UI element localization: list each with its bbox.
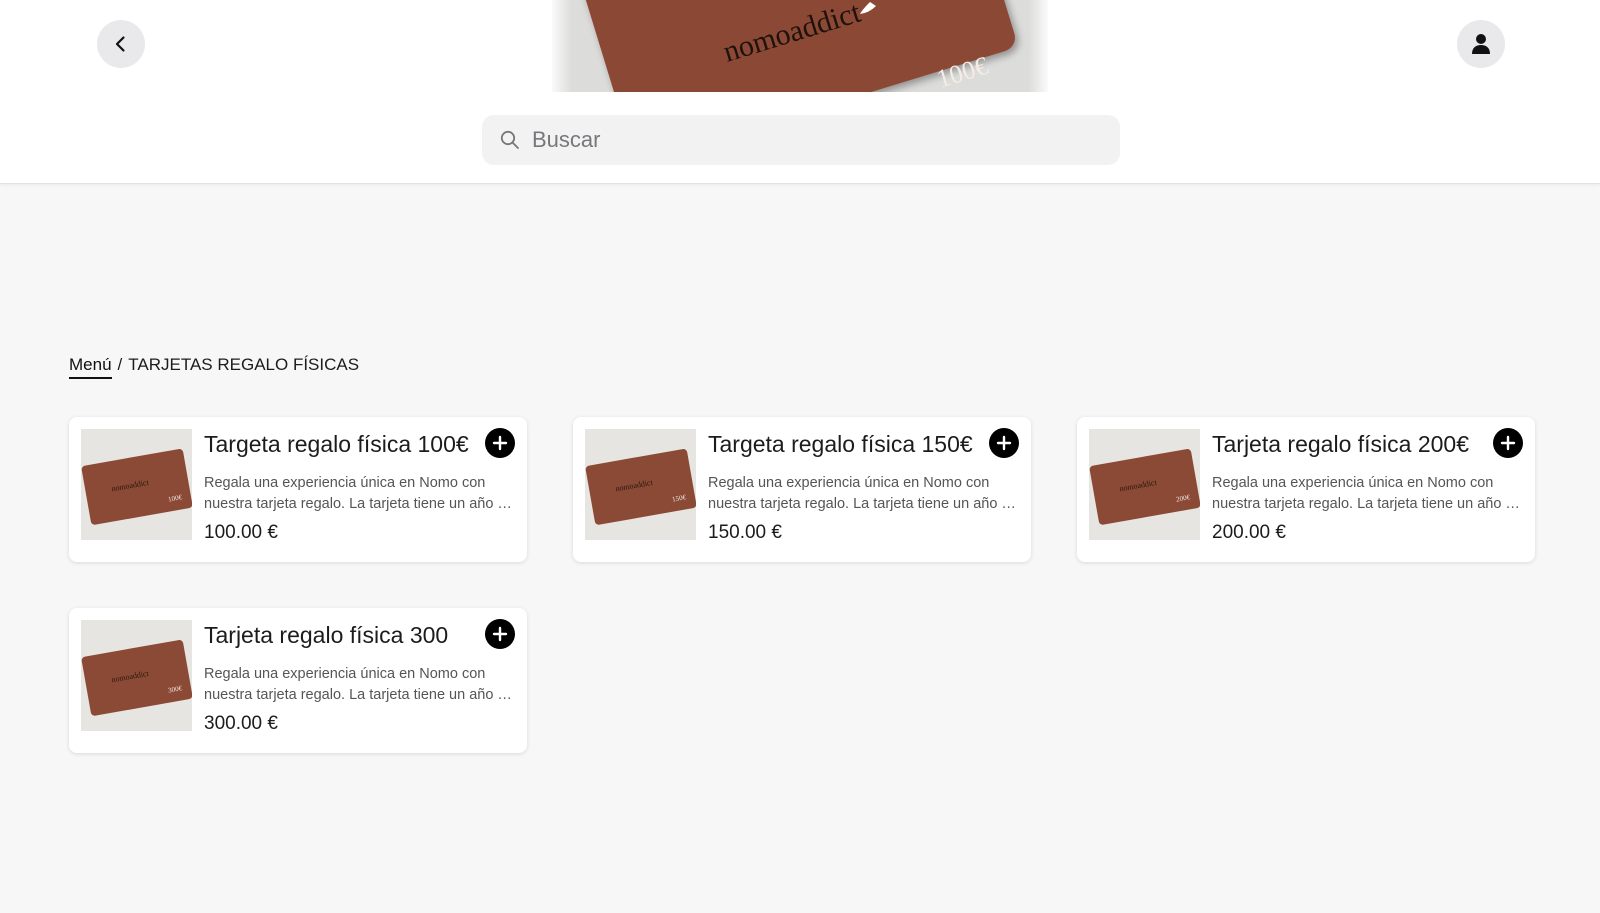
back-button[interactable] [97,20,145,68]
product-description: Regala una experiencia única en Nomo con… [204,475,514,512]
add-to-cart-button[interactable] [1493,428,1523,458]
product-price: 100.00 € [204,522,278,543]
plus-icon [492,626,508,642]
product-description: Regala una experiencia única en Nomo con… [708,475,1018,512]
user-icon [1472,34,1490,54]
search-bar[interactable] [482,115,1120,165]
product-price: 300.00 € [204,713,278,734]
product-description: Regala una experiencia única en Nomo con… [204,666,514,703]
product-card[interactable]: nomoaddict 300€ Tarjeta regalo física 30… [69,608,527,753]
product-card[interactable]: nomoaddict 150€ Targeta regalo física 15… [573,417,1031,562]
product-image: nomoaddict 150€ [585,429,696,540]
product-title: Targeta regalo física 100€ [204,431,469,457]
add-to-cart-button[interactable] [485,619,515,649]
product-description: Regala una experiencia única en Nomo con… [1212,475,1522,512]
product-image: nomoaddict 100€ [81,429,192,540]
hero-banner-image: nomoaddict 100€ [552,0,1048,92]
product-price: 200.00 € [1212,522,1286,543]
product-title: Tarjeta regalo física 300 [204,622,449,648]
search-input[interactable] [532,127,1092,153]
product-title: Targeta regalo física 150€ [708,431,973,457]
plus-icon [492,435,508,451]
breadcrumb: Menú / TARJETAS REGALO FÍSICAS [69,355,359,379]
breadcrumb-separator: / [117,355,123,374]
chevron-left-icon [115,36,125,52]
add-to-cart-button[interactable] [485,428,515,458]
product-card[interactable]: nomoaddict 200€ Tarjeta regalo física 20… [1077,417,1535,562]
add-to-cart-button[interactable] [989,428,1019,458]
product-image: nomoaddict 300€ [81,620,192,731]
product-title: Tarjeta regalo física 200€ [1212,431,1469,457]
breadcrumb-menu-link[interactable]: Menú [69,355,112,379]
plus-icon [1500,435,1516,451]
search-icon [500,130,519,149]
plus-icon [996,435,1012,451]
profile-button[interactable] [1457,20,1505,68]
header: nomoaddict 100€ [0,0,1600,184]
product-card[interactable]: nomoaddict 100€ Targeta regalo física 10… [69,417,527,562]
breadcrumb-current: TARJETAS REGALO FÍSICAS [128,355,360,374]
product-price: 150.00 € [708,522,782,543]
product-image: nomoaddict 200€ [1089,429,1200,540]
